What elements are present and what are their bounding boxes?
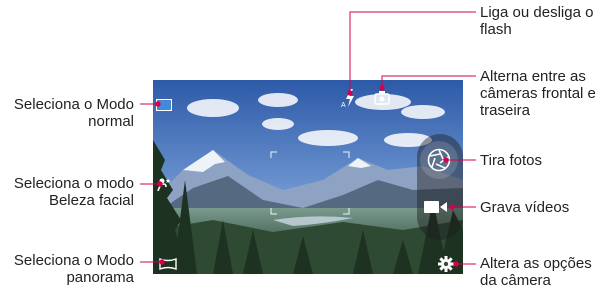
label-flash: Liga ou desliga o flash xyxy=(480,4,594,38)
callout-dot-settings xyxy=(453,261,459,267)
callout-dot-take-photo xyxy=(443,157,449,163)
label-switch-camera: Alterna entre as câmeras frontal e trase… xyxy=(480,68,596,119)
label-panorama-mode: Seleciona o Modo panorama xyxy=(13,252,134,286)
callout-dot-video xyxy=(449,204,455,210)
callout-dot-normal-mode xyxy=(155,101,161,107)
label-camera-options: Altera as opções da câmera xyxy=(480,255,592,289)
label-normal-mode: Seleciona o Modo normal xyxy=(13,96,134,130)
callout-line-switch-camera xyxy=(381,75,476,88)
callout-lines xyxy=(140,11,476,267)
label-take-photo: Tira fotos xyxy=(480,152,542,169)
label-beauty-mode: Seleciona o modo Beleza facial xyxy=(13,175,134,209)
callout-dot-beauty xyxy=(157,181,163,187)
callout-line-flash xyxy=(349,11,476,93)
callout-dot-flash xyxy=(347,90,353,96)
callout-dot-panorama xyxy=(159,259,165,265)
callout-dot-switch-camera xyxy=(379,85,385,91)
label-record-video: Grava vídeos xyxy=(480,199,570,216)
